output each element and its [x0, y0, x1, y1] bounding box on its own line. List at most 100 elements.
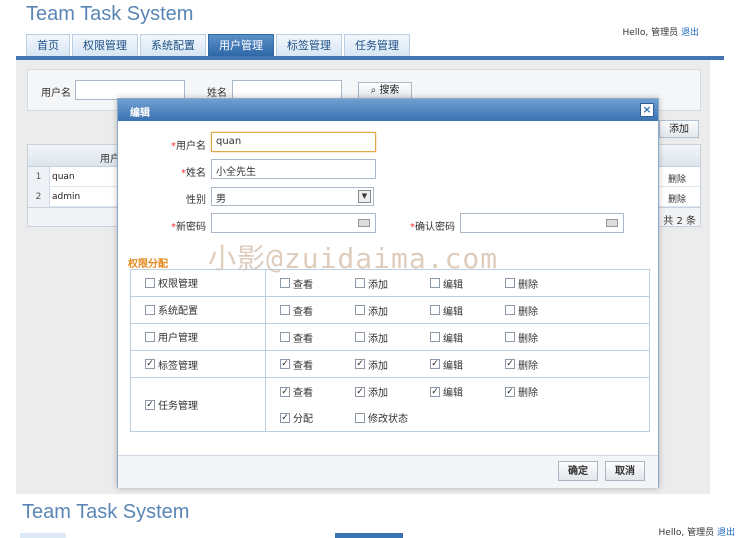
close-icon[interactable]: × [640, 103, 654, 117]
cancel-button[interactable]: 取消 [605, 461, 645, 481]
row-username: admin [52, 192, 81, 202]
permission-label: 添加 [368, 306, 388, 318]
permission-checkbox[interactable]: 查看 [280, 276, 355, 291]
keyboard-icon[interactable] [606, 219, 618, 227]
permission-checkbox[interactable]: 删除 [505, 276, 580, 291]
row-number: 2 [28, 187, 50, 207]
row-username: quan [52, 172, 75, 182]
permission-checkbox[interactable]: 查看 [280, 357, 355, 372]
checkbox-icon [505, 305, 515, 315]
confirm-password-field[interactable] [460, 213, 624, 233]
name-label: *姓名 [181, 168, 206, 179]
new-password-field[interactable] [211, 213, 376, 233]
checkbox-icon [355, 305, 365, 315]
permission-label: 查看 [293, 388, 313, 399]
tab-strip-fragment [20, 533, 66, 538]
delete-link[interactable]: 删除 [668, 192, 686, 205]
logout-link[interactable]: 退出 [681, 28, 699, 38]
module-checkbox[interactable]: 标签管理 [145, 357, 220, 372]
permission-row: 用户管理 查看 添加 编辑 删除 [130, 323, 650, 351]
permission-checkbox[interactable]: 删除 [505, 384, 580, 399]
permission-checkbox[interactable]: 查看 [280, 330, 355, 345]
checkbox-icon [505, 278, 515, 288]
dialog-footer: 确定 取消 [118, 455, 658, 488]
permission-checkbox[interactable]: 删除 [505, 357, 580, 372]
name-search-input[interactable] [232, 80, 342, 100]
permission-checkbox[interactable]: 删除 [505, 303, 580, 318]
permission-label: 添加 [368, 279, 388, 291]
main-nav: 首页 权限管理 系统配置 用户管理 标签管理 任务管理 [26, 34, 412, 56]
confirm-button[interactable]: 确定 [558, 461, 598, 481]
permission-checkbox[interactable]: 查看 [280, 303, 355, 318]
module-checkbox[interactable]: 系统配置 [145, 302, 220, 317]
permission-row: 权限管理 查看 添加 编辑 删除 [130, 269, 650, 297]
username-search-input[interactable] [75, 80, 185, 100]
permission-checkbox[interactable]: 编辑 [430, 384, 505, 399]
search-button-label: 搜索 [379, 85, 400, 96]
permission-checkbox[interactable]: 添加 [355, 357, 430, 372]
permissions-heading: 权限分配 [128, 259, 168, 270]
tab-task-management[interactable]: 任务管理 [344, 34, 410, 56]
permission-checkbox[interactable]: 查看 [280, 384, 355, 399]
checkbox-icon [145, 304, 155, 315]
module-label: 任务管理 [158, 401, 198, 412]
permission-checkbox[interactable]: 分配 [280, 410, 355, 425]
tab-home[interactable]: 首页 [26, 34, 70, 56]
permission-label: 添加 [368, 388, 388, 399]
app-title-repeat: Team Task System [22, 501, 190, 523]
add-button[interactable]: 添加 [659, 120, 699, 138]
permission-label: 编辑 [443, 388, 463, 399]
permission-checkbox[interactable]: 添加 [355, 303, 430, 318]
permission-checkbox[interactable]: 添加 [355, 330, 430, 345]
permission-row: 系统配置 查看 添加 编辑 删除 [130, 296, 650, 324]
checkbox-icon [430, 278, 440, 288]
permission-label: 删除 [518, 306, 538, 318]
tab-tag-management[interactable]: 标签管理 [276, 34, 342, 56]
checkbox-icon [145, 399, 155, 410]
permission-label: 添加 [368, 360, 388, 372]
permission-checkbox[interactable]: 删除 [505, 330, 580, 345]
row-number: 1 [28, 167, 50, 187]
permission-checkbox[interactable]: 编辑 [430, 303, 505, 318]
permission-label: 查看 [293, 333, 313, 345]
permission-checkbox[interactable]: 添加 [355, 384, 430, 399]
edit-dialog: 编辑 × *用户名 quan *姓名 小全先生 性别 男 ▼ *新密码 *确认密… [117, 98, 659, 488]
keyboard-icon[interactable] [358, 219, 370, 227]
permission-checkbox[interactable]: 修改状态 [355, 410, 430, 425]
search-button[interactable]: ⌕ 搜索 [358, 82, 412, 99]
gender-select[interactable]: 男 ▼ [211, 187, 374, 206]
checkbox-icon [505, 359, 515, 369]
module-checkbox[interactable]: 权限管理 [145, 275, 220, 290]
permission-label: 删除 [518, 360, 538, 372]
checkbox-icon [280, 359, 290, 369]
username-field[interactable]: quan [211, 132, 376, 152]
name-field[interactable]: 小全先生 [211, 159, 376, 179]
checkbox-icon [430, 386, 440, 397]
username-search-label: 用户名 [41, 88, 71, 99]
tab-user-management[interactable]: 用户管理 [208, 34, 274, 56]
greeting: Hello, [622, 28, 649, 38]
logout-link[interactable]: 退出 [717, 528, 735, 538]
tab-permissions[interactable]: 权限管理 [72, 34, 138, 56]
permission-label: 修改状态 [368, 414, 408, 425]
permission-checkbox[interactable]: 编辑 [430, 330, 505, 345]
chevron-down-icon[interactable]: ▼ [358, 190, 371, 203]
permission-label: 查看 [293, 279, 313, 291]
checkbox-icon [430, 359, 440, 369]
permission-checkbox[interactable]: 添加 [355, 276, 430, 291]
permission-label: 删除 [518, 333, 538, 345]
permission-label: 编辑 [443, 279, 463, 291]
permission-checkbox[interactable]: 编辑 [430, 276, 505, 291]
permission-checkbox[interactable]: 编辑 [430, 357, 505, 372]
module-checkbox[interactable]: 任务管理 [145, 397, 220, 412]
module-checkbox[interactable]: 用户管理 [145, 329, 220, 344]
delete-link[interactable]: 删除 [668, 172, 686, 185]
tab-system-config[interactable]: 系统配置 [140, 34, 206, 56]
permission-label: 分配 [293, 414, 313, 425]
permission-label: 查看 [293, 306, 313, 318]
checkbox-icon [280, 412, 290, 423]
permission-label: 删除 [518, 388, 538, 399]
checkbox-icon [355, 278, 365, 288]
checkbox-icon [280, 386, 290, 397]
checkbox-icon [355, 359, 365, 369]
